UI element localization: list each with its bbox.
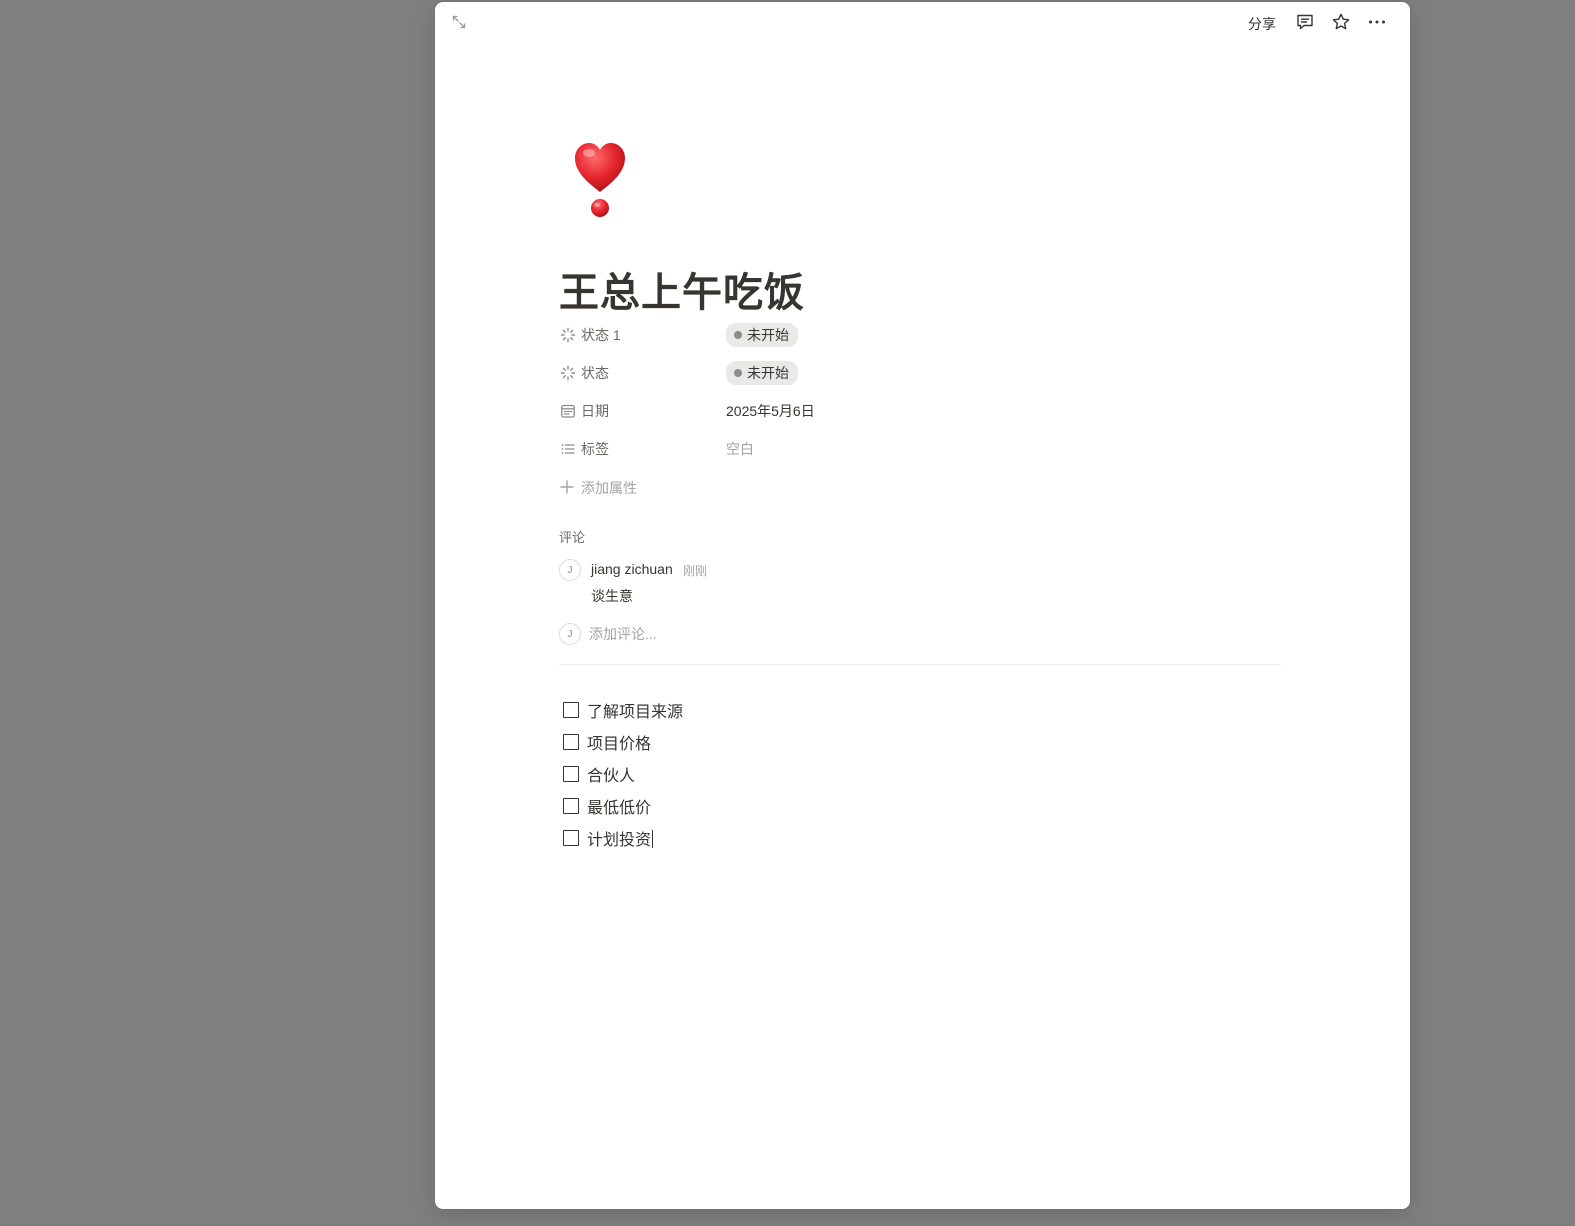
comment-author: jiang zichuan — [591, 561, 673, 577]
property-name[interactable]: 状态 — [559, 363, 726, 383]
status-badge: 未开始 — [726, 323, 798, 347]
todo-checkbox[interactable] — [563, 734, 579, 750]
todo-item: 最低低价 — [563, 793, 651, 819]
status-icon — [559, 326, 577, 344]
status-badge: 未开始 — [726, 361, 798, 385]
todo-text[interactable]: 合伙人 — [587, 762, 635, 786]
property-row-date: 日期 2025年5月6日 — [559, 394, 1279, 428]
todo-item: 了解项目来源 — [563, 697, 683, 723]
comments-button[interactable] — [1292, 11, 1318, 37]
status-dot — [734, 369, 742, 377]
list-icon — [559, 440, 577, 458]
property-row-status-1: 状态 1 未开始 — [559, 318, 1279, 352]
todo-item: 合伙人 — [563, 761, 635, 787]
comment-composer: J — [559, 622, 1159, 646]
todo-text[interactable]: 项目价格 — [587, 730, 651, 754]
share-button[interactable]: 分享 — [1242, 11, 1282, 37]
calendar-icon — [559, 402, 577, 420]
favorite-button[interactable] — [1328, 11, 1354, 37]
more-icon — [1367, 12, 1387, 37]
property-label: 状态 — [581, 365, 609, 381]
page-title[interactable]: 王总上午吃饭 — [559, 260, 805, 318]
expand-icon — [452, 15, 466, 34]
comments-heading: 评论 — [559, 530, 586, 545]
property-row-tags: 标签 空白 — [559, 432, 1279, 466]
status-dot — [734, 331, 742, 339]
page-icon[interactable] — [572, 140, 628, 220]
property-value[interactable]: 未开始 — [726, 361, 798, 385]
property-name[interactable]: 日期 — [559, 401, 726, 421]
todo-checkbox[interactable] — [563, 830, 579, 846]
todo-text-content: 计划投资 — [587, 832, 652, 849]
property-name[interactable]: 标签 — [559, 439, 726, 459]
avatar: J — [559, 559, 581, 581]
add-property-label: 添加属性 — [581, 480, 637, 496]
todo-checkbox[interactable] — [563, 702, 579, 718]
todo-checkbox[interactable] — [563, 766, 579, 782]
add-comment-input[interactable] — [589, 622, 1089, 646]
avatar: J — [559, 623, 581, 645]
comment-timestamp: 刚刚 — [683, 564, 708, 578]
text-caret — [652, 830, 654, 848]
date-value[interactable]: 2025年5月6日 — [726, 401, 815, 421]
heart-exclamation-icon — [572, 143, 628, 224]
page-modal: 分享 王总上午吃饭 状态 1 未开始 状态 未开始 日期 2025年5月6日 标… — [435, 2, 1410, 1209]
property-value[interactable]: 未开始 — [726, 323, 798, 347]
todo-checkbox[interactable] — [563, 798, 579, 814]
tags-value[interactable]: 空白 — [726, 439, 754, 459]
comment-icon — [1295, 12, 1315, 37]
todo-text[interactable]: 最低低价 — [587, 794, 651, 818]
todo-text[interactable]: 了解项目来源 — [587, 698, 683, 722]
status-text: 未开始 — [747, 365, 789, 381]
status-text: 未开始 — [747, 327, 789, 343]
plus-icon — [559, 479, 575, 498]
star-icon — [1331, 12, 1351, 37]
add-property-button[interactable]: 添加属性 — [559, 476, 637, 500]
todo-item: 项目价格 — [563, 729, 651, 755]
property-name[interactable]: 状态 1 — [559, 325, 726, 345]
divider — [559, 664, 1281, 665]
property-label: 状态 1 — [581, 327, 621, 343]
comment-body: 谈生意 — [591, 588, 633, 604]
property-label: 标签 — [581, 441, 609, 457]
property-label: 日期 — [581, 403, 609, 419]
property-row-status: 状态 未开始 — [559, 356, 1279, 390]
more-button[interactable] — [1364, 11, 1390, 37]
status-icon — [559, 364, 577, 382]
todo-text[interactable]: 计划投资 — [587, 826, 654, 850]
todo-item: 计划投资 — [563, 825, 654, 851]
topbar-actions: 分享 — [1242, 11, 1390, 37]
expand-button[interactable] — [449, 14, 469, 34]
